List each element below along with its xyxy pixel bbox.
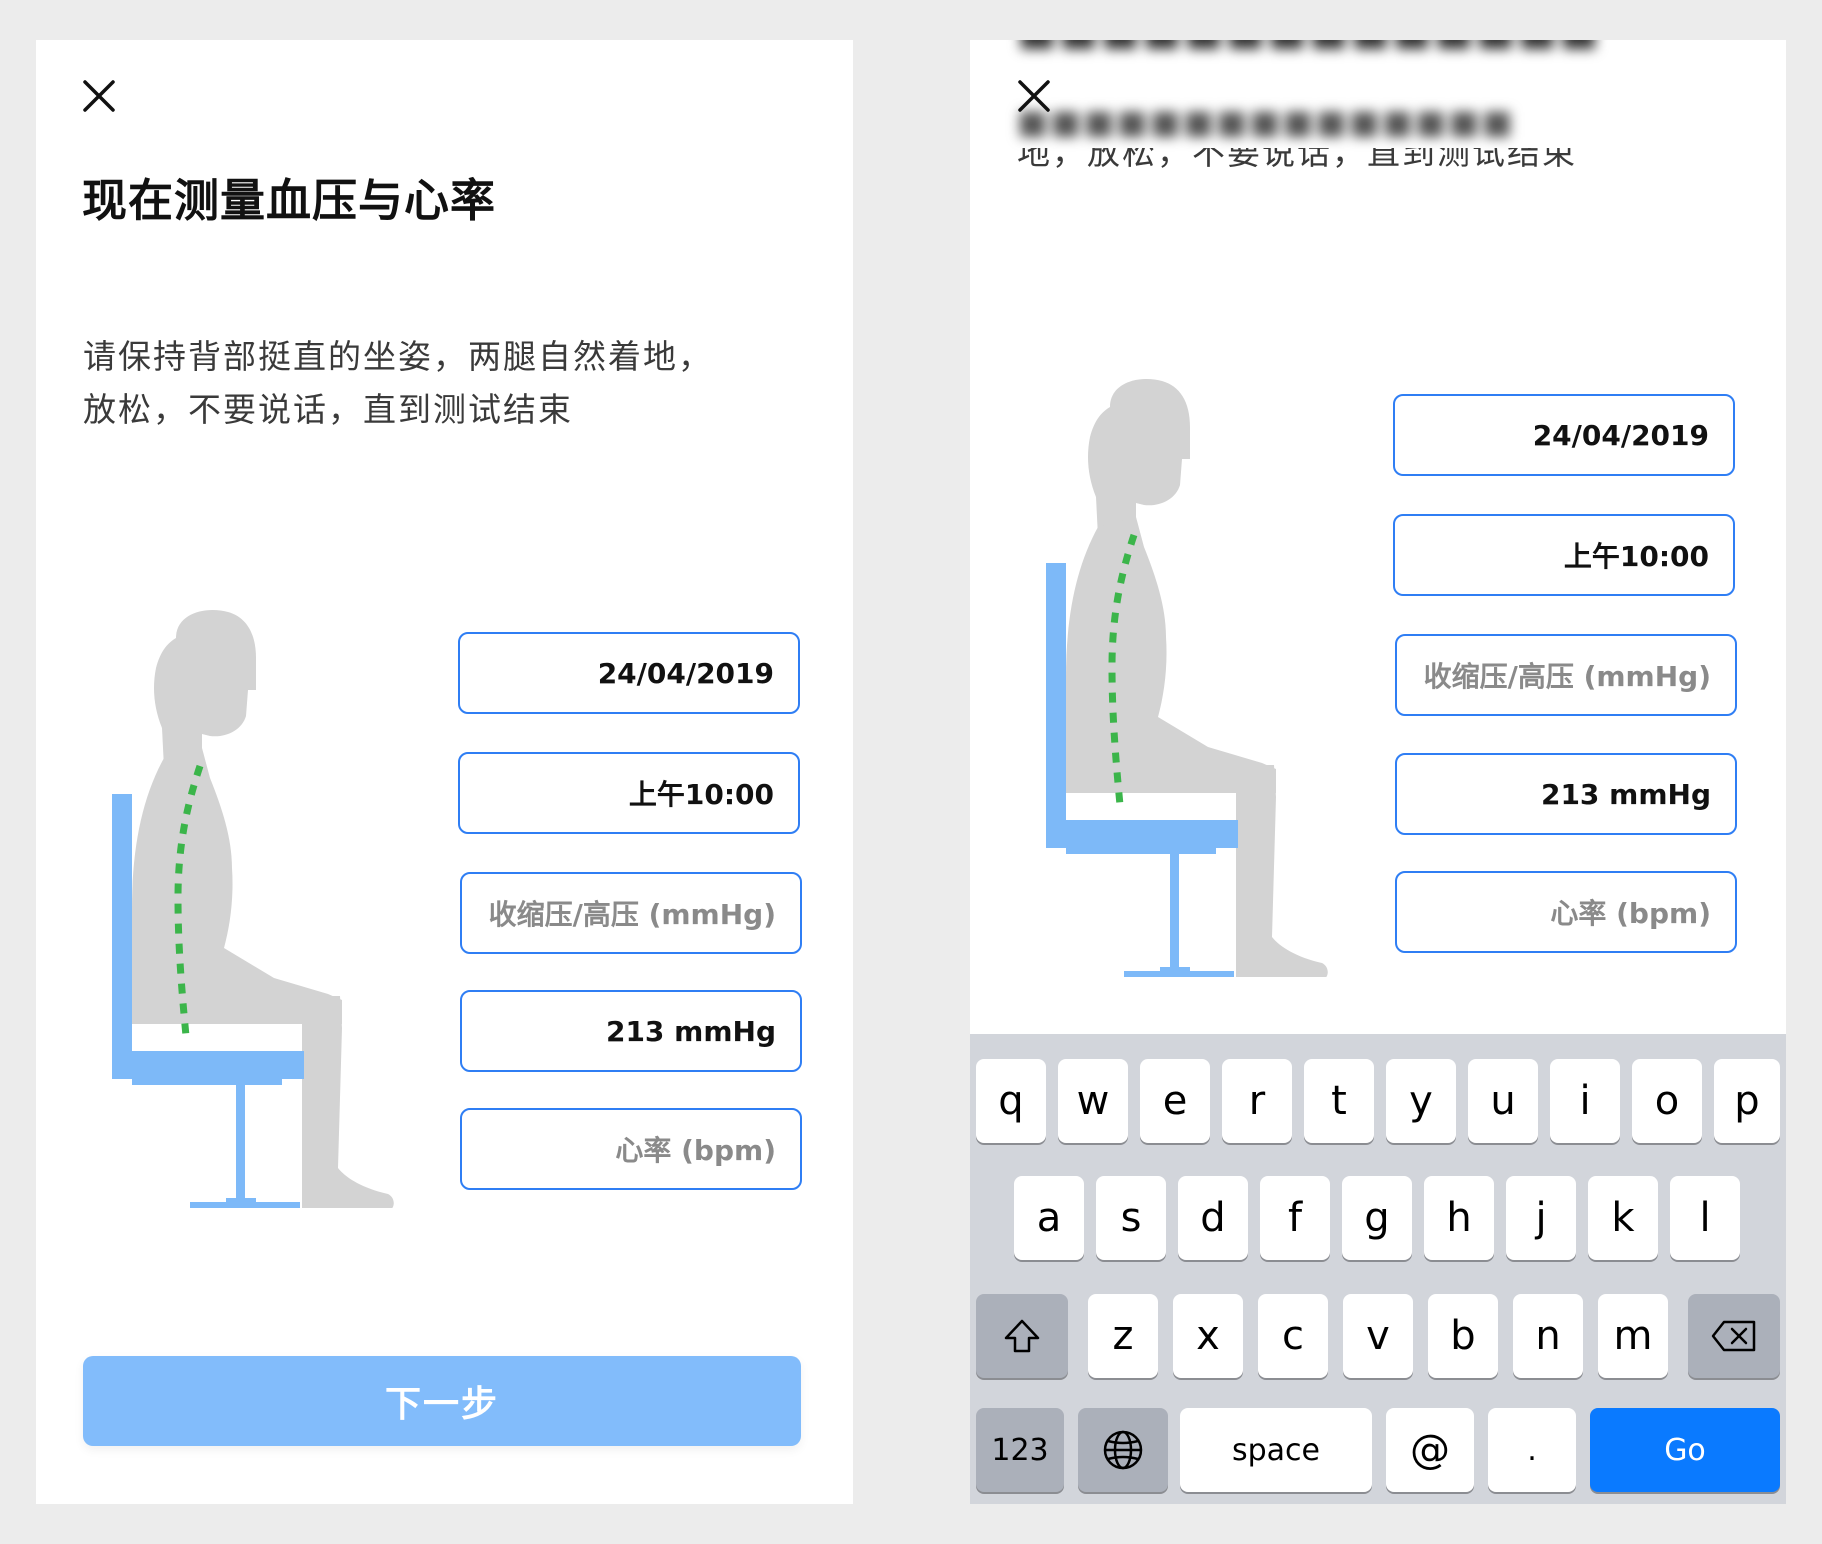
key-s[interactable]: s xyxy=(1096,1176,1166,1260)
key-o[interactable]: o xyxy=(1632,1059,1702,1143)
key-j[interactable]: j xyxy=(1506,1176,1576,1260)
head-shape xyxy=(1088,378,1190,537)
torso-shape xyxy=(1066,517,1276,793)
key-c[interactable]: c xyxy=(1258,1294,1328,1378)
date-field[interactable]: 24/04/2019 xyxy=(1393,394,1735,476)
measurement-screen: 现在测量血压与心率 请保持背部挺直的坐姿，两腿自然着地，放松，不要说话，直到测试… xyxy=(36,40,853,1504)
key-r[interactable]: r xyxy=(1222,1059,1292,1143)
shift-arrow-icon xyxy=(1004,1319,1040,1353)
key-g[interactable]: g xyxy=(1342,1176,1412,1260)
close-button[interactable] xyxy=(81,78,129,126)
leg-shape xyxy=(302,996,394,1208)
close-button[interactable] xyxy=(1016,78,1064,126)
time-field[interactable]: 上午10:00 xyxy=(1393,514,1735,596)
key-b[interactable]: b xyxy=(1428,1294,1498,1378)
key-a[interactable]: a xyxy=(1014,1176,1084,1260)
key-e[interactable]: e xyxy=(1140,1059,1210,1143)
key-y[interactable]: y xyxy=(1386,1059,1456,1143)
diastolic-input[interactable]: 213 mmHg xyxy=(1395,753,1737,835)
scrolled-title-blurred: ■■■■■■■■■■■■■■ xyxy=(1017,40,1601,54)
backspace-key[interactable] xyxy=(1688,1294,1780,1378)
key-u[interactable]: u xyxy=(1468,1059,1538,1143)
key-i[interactable]: i xyxy=(1550,1059,1620,1143)
chair-seat xyxy=(1046,820,1238,848)
time-field[interactable]: 上午10:00 xyxy=(458,752,800,834)
key-h[interactable]: h xyxy=(1424,1176,1494,1260)
chair-seat xyxy=(112,1051,304,1079)
key-f[interactable]: f xyxy=(1260,1176,1330,1260)
close-icon xyxy=(1018,80,1050,112)
torso-shape xyxy=(132,748,342,1024)
posture-instruction: 请保持背部挺直的坐姿，两腿自然着地，放松，不要说话，直到测试结束 xyxy=(83,337,713,429)
key-k[interactable]: k xyxy=(1588,1176,1658,1260)
key-v[interactable]: v xyxy=(1343,1294,1413,1378)
seated-posture-illustration xyxy=(112,609,394,1208)
chair-back xyxy=(112,794,132,1069)
next-step-button[interactable]: 下一步 xyxy=(83,1356,801,1446)
at-key[interactable]: @ xyxy=(1386,1408,1474,1492)
go-key[interactable]: Go xyxy=(1590,1408,1780,1492)
globe-key[interactable] xyxy=(1078,1408,1168,1492)
key-q[interactable]: q xyxy=(976,1059,1046,1143)
systolic-input[interactable]: 收缩压/高压 (mmHg) xyxy=(460,872,802,954)
space-key[interactable]: space xyxy=(1180,1408,1372,1492)
leg-shape xyxy=(1236,765,1328,977)
systolic-input[interactable]: 收缩压/高压 (mmHg) xyxy=(1395,634,1737,716)
key-n[interactable]: n xyxy=(1513,1294,1583,1378)
chair-pole xyxy=(1170,854,1179,972)
on-screen-keyboard: q w e r t y u i o p a s d f g h j k l z … xyxy=(970,1034,1786,1504)
key-m[interactable]: m xyxy=(1598,1294,1668,1378)
dot-key[interactable]: . xyxy=(1488,1408,1576,1492)
page-title: 现在测量血压与心率 xyxy=(82,174,497,227)
chair-pole xyxy=(236,1085,245,1203)
key-z[interactable]: z xyxy=(1088,1294,1158,1378)
measurement-screen-with-keyboard: ■■■■■■■■■■■■■■ ■■■■■■■■■■■■■■■ 地，放松，不要说话… xyxy=(970,40,1786,1504)
backspace-icon xyxy=(1711,1320,1756,1352)
heart-rate-input[interactable]: 心率 (bpm) xyxy=(460,1108,802,1190)
shift-key[interactable] xyxy=(976,1294,1068,1378)
key-x[interactable]: x xyxy=(1173,1294,1243,1378)
key-l[interactable]: l xyxy=(1670,1176,1740,1260)
date-field[interactable]: 24/04/2019 xyxy=(458,632,800,714)
key-w[interactable]: w xyxy=(1058,1059,1128,1143)
diastolic-input[interactable]: 213 mmHg xyxy=(460,990,802,1072)
key-t[interactable]: t xyxy=(1304,1059,1374,1143)
head-shape xyxy=(154,609,256,768)
key-d[interactable]: d xyxy=(1178,1176,1248,1260)
key-p[interactable]: p xyxy=(1714,1059,1780,1143)
instruction-line1-blurred: ■■■■■■■■■■■■■■■ xyxy=(1017,102,1515,141)
instruction-line2: 地，放松，不要说话，直到测试结束 xyxy=(1017,148,1577,172)
close-icon xyxy=(83,80,115,112)
numbers-key[interactable]: 123 xyxy=(976,1408,1064,1492)
globe-icon xyxy=(1103,1430,1143,1470)
heart-rate-input[interactable]: 心率 (bpm) xyxy=(1395,871,1737,953)
chair-back xyxy=(1046,563,1066,838)
seated-posture-illustration xyxy=(1046,378,1328,977)
